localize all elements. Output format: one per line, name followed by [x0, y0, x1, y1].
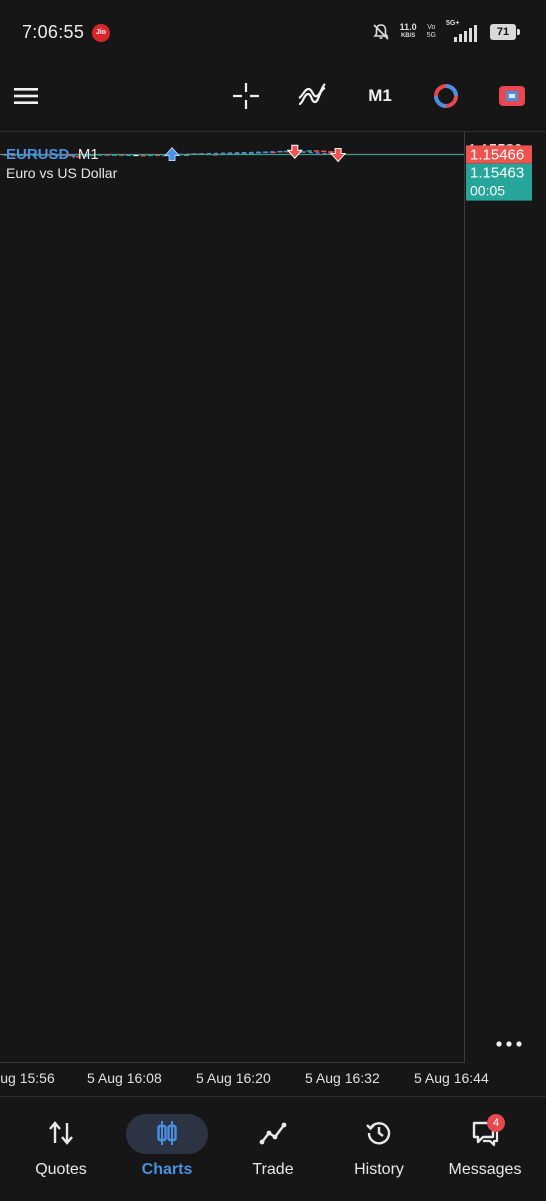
trade-icon — [259, 1119, 287, 1147]
signal-icon — [450, 25, 480, 43]
time-tick: 5 Aug 15:56 — [0, 1070, 55, 1086]
net-speed: 11.0 KB/S — [400, 23, 417, 41]
buy-arrow-icon — [165, 148, 179, 161]
indicators-button[interactable] — [294, 78, 330, 114]
nav-messages[interactable]: Messages — [435, 1097, 535, 1193]
messages-badge: 4 — [487, 1114, 505, 1132]
timeframe-button[interactable]: M1 — [362, 78, 398, 114]
symbol-description: Euro vs US Dollar — [6, 165, 117, 181]
nav-charts[interactable]: Charts — [117, 1097, 217, 1193]
mute-icon — [372, 23, 390, 41]
menu-button[interactable] — [10, 78, 42, 114]
objects-icon — [432, 82, 460, 110]
signal-group: 5G+ — [446, 23, 480, 41]
time-tick: 5 Aug 16:44 — [414, 1070, 489, 1086]
sell-arrow-icon — [331, 149, 345, 162]
chart-area[interactable]: 1.155601.155501.155401.155301.155201.155… — [0, 131, 546, 1063]
status-clock: 7:06:55 — [22, 22, 84, 43]
chart-toolbar: M1 — [0, 64, 546, 130]
trade-toggle-icon — [498, 84, 526, 108]
nav-label: Charts — [117, 1161, 217, 1179]
candle-body — [314, 150, 319, 152]
nav-quotes[interactable]: Quotes — [11, 1097, 111, 1193]
timeframe-label: M1 — [368, 86, 392, 106]
net-speed-unit: KB/S — [400, 32, 417, 41]
nav-label: History — [329, 1161, 429, 1179]
history-icon — [365, 1119, 393, 1147]
volte-top: Vo — [427, 24, 436, 32]
quotes-icon — [47, 1119, 75, 1147]
ask-price-label: 1.15463 — [470, 165, 524, 182]
time-tick: 5 Aug 16:32 — [305, 1070, 380, 1086]
crosshair-icon — [232, 82, 260, 110]
one-click-trading-button[interactable] — [494, 78, 530, 114]
candle-body — [141, 155, 146, 157]
net-speed-value: 11.0 — [400, 23, 417, 32]
symbol-dropdown-icon[interactable]: ▾ — [71, 151, 76, 161]
nav-label: Quotes — [11, 1161, 111, 1179]
nav-history[interactable]: History — [329, 1097, 429, 1193]
crosshair-button[interactable] — [228, 78, 264, 114]
sell-arrow-icon — [288, 145, 302, 158]
nav-label: Messages — [435, 1161, 535, 1179]
nav-trade[interactable]: Trade — [223, 1097, 323, 1193]
status-bar: 7:06:55 Jio 11.0 KB/S Vo 5G 5G+ 71 — [0, 0, 546, 64]
volte-bottom: 5G — [427, 32, 436, 40]
volte-indicator: Vo 5G — [427, 24, 436, 40]
nav-label: Trade — [223, 1161, 323, 1179]
bid-price-label: 1.15466 — [470, 146, 524, 163]
hamburger-icon — [13, 86, 39, 106]
bar-countdown: 00:05 — [470, 183, 505, 199]
carrier-icon: Jio — [92, 24, 110, 42]
time-tick: 5 Aug 16:20 — [196, 1070, 271, 1086]
price-labels: 1.15466 1.1546300:05 — [466, 145, 532, 200]
symbol-timeframe: M1 — [78, 146, 99, 163]
candle-body — [321, 151, 326, 153]
time-axis: 5 Aug 15:56 5 Aug 16:08 5 Aug 16:20 5 Au… — [0, 1064, 546, 1094]
candlestick-chart[interactable]: 1.155601.155501.155401.155301.155201.155… — [0, 131, 546, 1063]
status-icons: 11.0 KB/S Vo 5G 5G+ 71 — [372, 20, 516, 44]
time-tick: 5 Aug 16:08 — [87, 1070, 162, 1086]
battery-icon: 71 — [490, 24, 516, 40]
charts-icon — [153, 1119, 181, 1147]
indicators-icon — [297, 82, 327, 110]
symbol-name[interactable]: EURUSD — [6, 146, 69, 163]
bottom-navigation: Quotes Charts Trade History — [0, 1096, 546, 1201]
objects-button[interactable] — [428, 78, 464, 114]
more-dots-icon[interactable] — [494, 1034, 524, 1054]
candle-body — [307, 150, 312, 152]
symbol-header[interactable]: EURUSD▾M1 — [6, 146, 99, 163]
